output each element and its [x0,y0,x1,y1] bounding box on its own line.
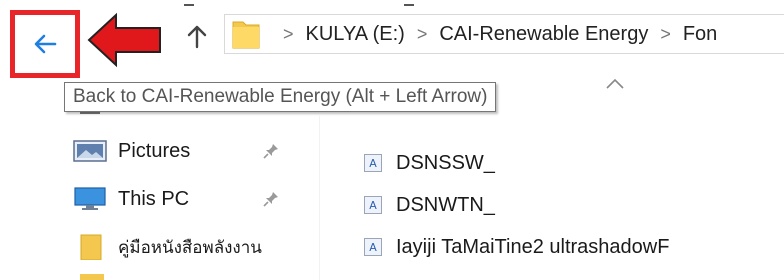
sidebar-item-pictures[interactable]: Pictures [72,136,312,166]
cut-off-glyph [404,0,414,6]
sidebar-item-label: คู่มือหนังสือพลังงาน [118,237,262,258]
cut-off-glyph [184,0,194,6]
pane-divider [319,116,320,280]
breadcrumb-separator: > [660,23,671,44]
sidebar-item-label: This PC [118,187,190,210]
back-button[interactable] [10,10,80,78]
list-item[interactable]: A DSNWTN_ [364,190,784,220]
back-arrow-icon [34,34,57,54]
breadcrumb-folder[interactable]: CAI-Renewable Energy [439,23,648,46]
up-arrow-icon [187,25,207,49]
sidebar-item-this-pc[interactable]: This PC [72,184,312,214]
breadcrumb-current[interactable]: Fon [683,23,717,46]
sidebar-item-thai-folder[interactable]: คู่มือหนังสือพลังงาน [72,232,312,262]
up-button[interactable] [184,22,210,50]
font-file-icon: A [364,196,382,214]
list-item[interactable]: A Iayiji TaMaiTine2 ultrashadowF [364,232,784,262]
file-name: DSNSSW_ [396,151,495,174]
breadcrumb-separator: > [416,23,428,44]
file-name: DSNWTN_ [396,193,495,216]
pin-icon[interactable] [262,142,280,160]
pin-icon[interactable] [262,190,280,208]
breadcrumb-separator: > [283,23,294,44]
cut-off-top-region [0,0,784,12]
folder-icon [72,234,108,260]
sidebar-item-label: Pictures [118,139,191,162]
red-annotation-arrow-icon [87,12,161,68]
address-bar[interactable]: > KULYA (E:) > CAI-Renewable Energy > Fo… [224,14,784,54]
breadcrumb-drive[interactable]: KULYA (E:) [306,23,405,46]
list-item[interactable]: A DSNSSW_ [364,148,784,178]
pictures-icon [72,138,108,164]
font-file-icon: A [364,154,382,172]
file-name: Iayiji TaMaiTine2 ultrashadowF [396,235,670,258]
font-file-icon: A [364,238,382,256]
hidden-folder-icon [80,274,104,280]
back-button-tooltip: Back to CAI-Renewable Energy (Alt + Left… [64,82,497,112]
chevron-up-icon[interactable] [604,76,626,92]
folder-icon [232,21,260,49]
this-pc-icon [72,186,108,212]
